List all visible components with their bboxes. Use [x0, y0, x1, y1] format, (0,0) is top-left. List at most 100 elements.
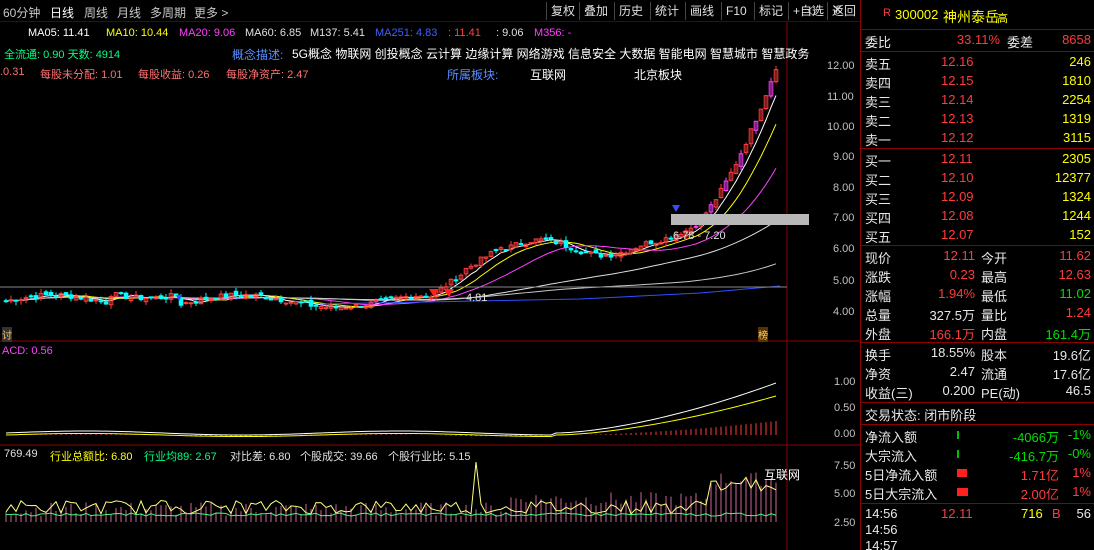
candle-body — [68, 294, 74, 299]
bid-price: 12.10 — [941, 170, 974, 185]
y-tick-12: 12.00 — [827, 60, 855, 72]
range-label: 6.78 - 7.20 — [673, 230, 726, 242]
bid-volume: 152 — [1069, 227, 1091, 242]
candle-body — [298, 301, 304, 304]
bid-price: 12.08 — [941, 208, 974, 223]
draw-button[interactable]: 画线 — [685, 2, 718, 20]
stat-value: 46.5 — [1065, 383, 1091, 398]
candle-body — [423, 295, 429, 298]
candle-body — [348, 307, 354, 310]
bid-row: 买三 12.09 1324 — [861, 188, 1094, 207]
period-60min[interactable]: 60分钟 — [3, 4, 40, 21]
candle-body — [518, 243, 524, 246]
stat-value: 1.94% — [938, 286, 975, 301]
sector-internet[interactable]: 互联网 — [530, 66, 566, 83]
macd-label: ACD: 0.56 — [2, 345, 53, 357]
candle-body — [378, 298, 384, 301]
back-button[interactable]: 返回 — [827, 2, 860, 20]
period-multi[interactable]: 多周期 — [150, 4, 186, 21]
candle-body — [258, 292, 264, 296]
bid-row: 买四 12.08 1244 — [861, 207, 1094, 226]
stat-row: 外盘 166.1万 内盘 161.4万 — [861, 323, 1094, 342]
low-price-label: 4.81 — [466, 292, 488, 304]
bid-label: 买五 — [865, 230, 892, 245]
fund-flow-row: 大宗流入 -416.7万 -0% — [861, 445, 1094, 464]
overlay-button[interactable]: 叠加 — [579, 2, 612, 20]
flow-bar — [957, 469, 967, 477]
stat-value: 0.23 — [949, 267, 975, 282]
flow-item-4: 个股成交: 39.66 — [300, 451, 378, 463]
sector-beijing[interactable]: 北京板块 — [634, 66, 682, 83]
sector-label: 所属板块: — [447, 68, 499, 82]
ask-row: 卖三 12.14 2254 — [861, 91, 1094, 110]
candle-body — [163, 297, 169, 300]
period-more[interactable]: 更多 > — [194, 4, 228, 21]
candle-body — [693, 225, 699, 228]
stat-label: 外盘 — [865, 327, 892, 342]
candle-body — [3, 300, 9, 303]
fin-item-2: 每股收益: 0.26 — [138, 69, 210, 81]
kline-chart-svg[interactable] — [0, 22, 860, 550]
stat-label: 收益(三) — [865, 386, 913, 401]
candle-body — [303, 300, 309, 303]
fund-flow-row: 净流入额 -4066万 -1% — [861, 426, 1094, 445]
history-button[interactable]: 历史 — [614, 2, 647, 20]
candle-body — [578, 251, 584, 255]
stat2-row: 收益(三) 0.200 PE(动) 46.5 — [861, 382, 1094, 401]
macd-dif-line — [5, 382, 777, 436]
ask-row: 卖五 12.16 246 — [861, 53, 1094, 72]
candle-body — [603, 254, 609, 257]
candle-body — [548, 237, 554, 240]
candle-body — [563, 240, 569, 248]
candle-body — [118, 292, 124, 295]
stat-label: 涨跌 — [865, 270, 892, 285]
candle-body — [473, 264, 479, 267]
left-marker-badge[interactable]: 讨 — [2, 327, 12, 342]
period-daily[interactable]: 日线 — [50, 4, 74, 21]
tick-time: 14:56 — [865, 522, 898, 537]
stat-value: 327.5万 — [929, 308, 975, 323]
period-monthly[interactable]: 月线 — [117, 4, 141, 21]
ask-volume: 2254 — [1062, 92, 1091, 107]
stats-button[interactable]: 统计 — [650, 2, 683, 20]
pressure-zone-box — [671, 214, 809, 225]
ask-label: 卖四 — [865, 76, 892, 91]
add-watchlist-button[interactable]: +自选 — [788, 2, 828, 20]
ask-label: 卖一 — [865, 133, 892, 148]
candle-body — [608, 253, 614, 258]
candle-body — [383, 297, 389, 300]
f10-button[interactable]: F10 — [721, 2, 751, 20]
stat-value: 19.6亿 — [1052, 348, 1091, 363]
y-tick-7: 7.00 — [833, 212, 855, 224]
candle-body — [593, 249, 599, 254]
candle-body — [278, 297, 284, 303]
stat-row: 涨幅 1.94% 最低 11.02 — [861, 285, 1094, 304]
tick-count: 56 — [1076, 506, 1091, 521]
candle-body — [308, 299, 314, 307]
macd-y-tick-05: 0.50 — [834, 402, 856, 414]
mark-button[interactable]: 标记 — [754, 2, 787, 20]
stock-badge: 高 — [997, 13, 1008, 25]
candle-body — [233, 290, 239, 296]
y-tick-5: 5.00 — [833, 275, 855, 287]
period-weekly[interactable]: 周线 — [84, 4, 108, 21]
tick-side: B — [1052, 506, 1061, 521]
right-marker-badge[interactable]: 榜 — [758, 327, 768, 342]
stat-label: 换手 — [865, 348, 892, 363]
moving-average-line — [5, 263, 777, 302]
candle-body — [343, 307, 349, 310]
flow-bar — [957, 431, 959, 439]
fund-flow-row: 5日净流入额 1.71亿 1% — [861, 464, 1094, 483]
stat-value: 18.55% — [930, 345, 975, 360]
adjust-button[interactable]: 复权 — [546, 2, 579, 20]
stat-value: 12.63 — [1058, 267, 1091, 282]
stat-value: 12.11 — [943, 248, 975, 263]
flow-label: 5日大宗流入 — [865, 487, 938, 502]
stat-value: 166.1万 — [929, 327, 975, 342]
candle-body — [123, 292, 129, 300]
flow-percent: -1% — [1067, 427, 1091, 442]
candle-body — [43, 291, 49, 296]
candle-body — [183, 302, 189, 305]
flow-label: 净流入额 — [865, 430, 918, 445]
candle-body — [18, 299, 24, 302]
